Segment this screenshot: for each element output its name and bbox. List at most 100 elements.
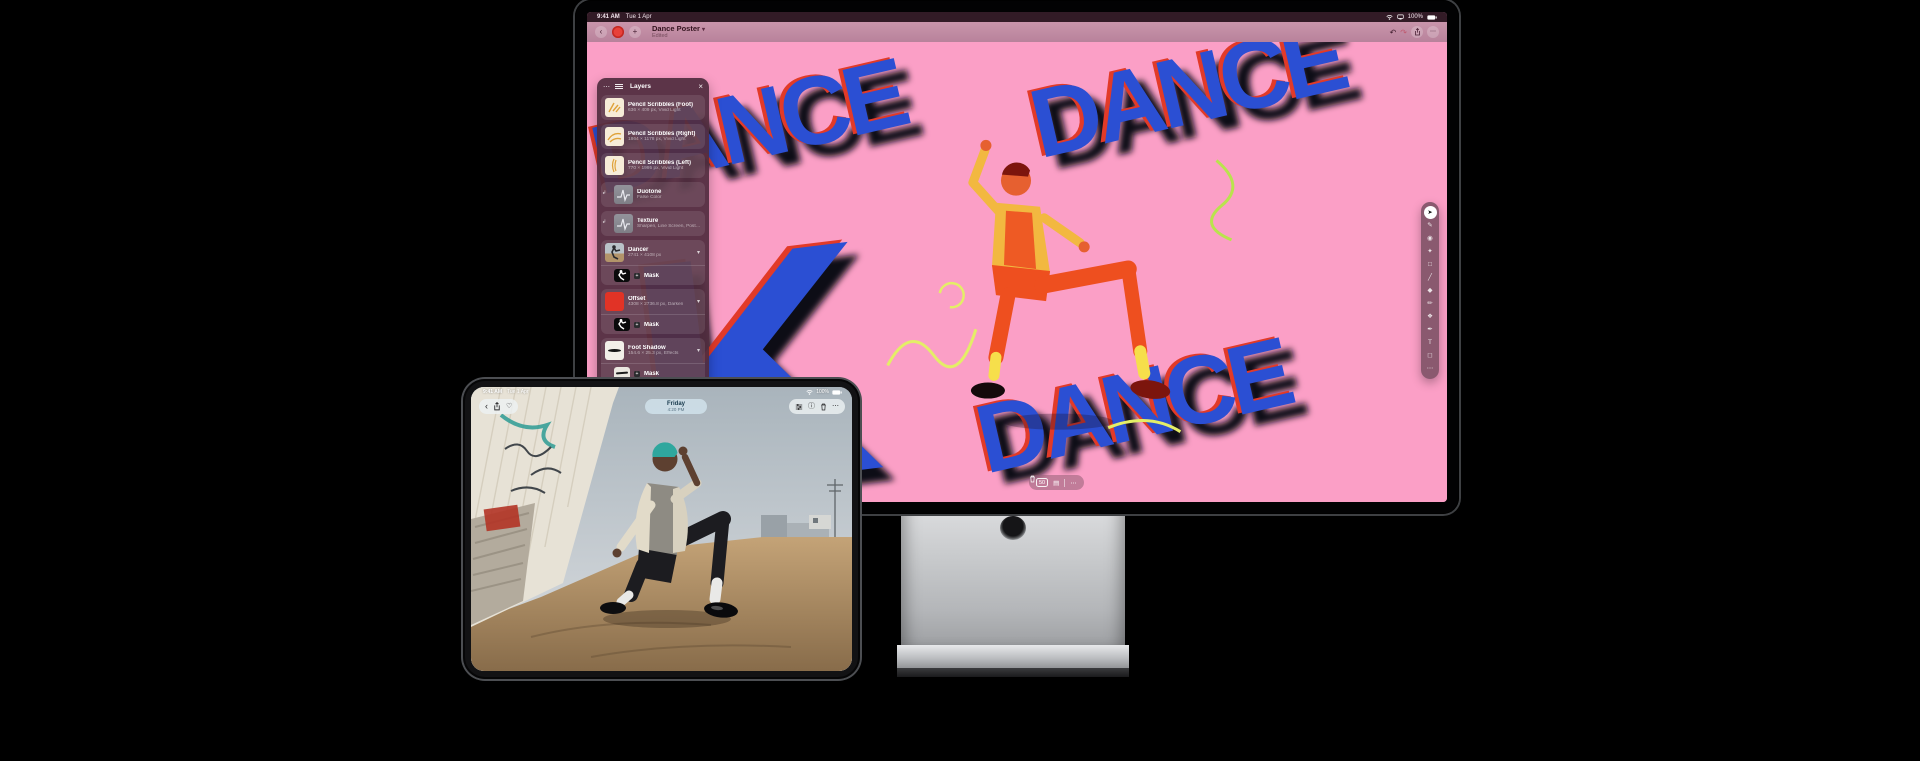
close-panel-button[interactable]: × xyxy=(698,82,703,91)
divider xyxy=(1064,479,1065,487)
magic-wand-icon: ✦ xyxy=(1427,249,1432,256)
grid-view-button[interactable]: ▤ xyxy=(1053,479,1059,487)
adjustment-thumbnail xyxy=(614,185,633,204)
pen-tool-icon: ✒ xyxy=(1427,327,1432,334)
mask-row-offset[interactable]: + Mask xyxy=(601,314,705,334)
clock: 9:41 AM xyxy=(483,389,502,395)
marquee-icon: □ xyxy=(1428,262,1432,269)
date: Tue 1 Apr xyxy=(507,389,529,395)
photo-actions-pill: ⓘ ⋯ xyxy=(789,399,845,414)
layer-row-offset[interactable]: Offset 4308 × 2736.8 px, Darken ▾ xyxy=(601,289,705,314)
more-button[interactable]: ⋯ xyxy=(1427,26,1439,38)
share-button[interactable] xyxy=(1411,26,1423,38)
date: Tue 1 Apr xyxy=(626,14,652,20)
share-button[interactable] xyxy=(493,402,501,411)
document-title: Dance Poster xyxy=(652,24,700,33)
smudge-tool[interactable]: ❖ xyxy=(1423,311,1437,323)
adjustment-thumbnail xyxy=(614,214,633,233)
layer-thumbnail xyxy=(605,156,624,175)
photo-nav-pill: ‹ ♡ xyxy=(479,399,518,414)
ellipsis-icon: ⋯ xyxy=(1427,366,1434,373)
mask-badge-icon: + xyxy=(634,273,640,279)
layers-panel: ⋯ Layers × Pencil Scribbles (Foot) 636 ×… xyxy=(597,78,709,402)
home-button[interactable] xyxy=(612,26,624,38)
selection-brush-tool[interactable]: ◉ xyxy=(1423,233,1437,245)
stand-cable-hole xyxy=(1000,516,1026,540)
clip-indicator-icon: ↲ xyxy=(602,190,606,196)
mask-thumbnail xyxy=(614,318,630,331)
info-button[interactable]: ⓘ xyxy=(808,403,815,410)
expand-chevron-icon[interactable]: ▾ xyxy=(697,249,701,256)
back-button[interactable]: ‹ xyxy=(485,402,488,411)
battery-percent: 100% xyxy=(816,389,829,395)
adjust-button[interactable] xyxy=(795,403,803,411)
layer-row-pencil-scribbles-left[interactable]: Pencil Scribbles (Left) 770 × 1995 px, V… xyxy=(601,153,705,178)
smudge-tool-icon: ❖ xyxy=(1427,314,1433,321)
mask-thumbnail xyxy=(614,269,630,282)
lasso-tool-icon: ✎ xyxy=(1427,223,1432,230)
brush-tool[interactable]: ✏ xyxy=(1423,298,1437,310)
battery-icon xyxy=(832,390,842,395)
expand-chevron-icon[interactable]: ▾ xyxy=(697,347,701,354)
magic-wand-tool[interactable]: ✦ xyxy=(1423,246,1437,258)
ipad-screen: 9:41 AM Tue 1 Apr 100% xyxy=(471,387,852,671)
layer-row-foot-shadow[interactable]: Foot Shadow 154.6 × 25.3 px, Effects ▾ xyxy=(601,338,705,363)
more-options-button[interactable]: ⋯ xyxy=(1070,479,1077,487)
app-toolbar: ‹ + Dance Poster ▾ Edited ↶ ↷ xyxy=(587,22,1447,42)
layer-row-duotone[interactable]: ↲ Duotone False Color xyxy=(601,182,705,207)
panel-title: Layers xyxy=(630,83,693,90)
expand-chevron-icon[interactable]: ▾ xyxy=(697,298,701,305)
add-button[interactable]: + xyxy=(629,26,641,38)
layer-thumbnail xyxy=(605,127,624,146)
selection-brush-icon: ◉ xyxy=(1427,236,1433,243)
delete-button[interactable] xyxy=(820,403,827,411)
panel-menu-button[interactable]: ⋯ xyxy=(603,83,610,91)
lasso-tool[interactable]: ✎ xyxy=(1423,220,1437,232)
document-status: Edited xyxy=(652,33,705,39)
delete-button[interactable] xyxy=(1029,475,1036,483)
pen-tool[interactable]: ✒ xyxy=(1423,324,1437,336)
document-title-block[interactable]: Dance Poster ▾ Edited xyxy=(652,25,705,40)
mask-badge-icon: + xyxy=(634,371,640,377)
clip-indicator-icon: ↲ xyxy=(602,219,606,225)
favorite-button[interactable]: ♡ xyxy=(506,403,512,410)
line-tool[interactable]: ╱ xyxy=(1423,272,1437,284)
layer-row-texture[interactable]: ↲ Texture Sharpen, Line Screen, Post… xyxy=(601,211,705,236)
mask-row-dancer[interactable]: + Mask xyxy=(601,265,705,285)
healing-tool[interactable]: ◆ xyxy=(1423,285,1437,297)
more-button[interactable]: ⋯ xyxy=(832,403,839,410)
back-icon: ‹ xyxy=(600,28,603,36)
mask-badge-icon: + xyxy=(634,322,640,328)
layer-thumbnail xyxy=(605,243,624,262)
crop-tool[interactable]: ◻ xyxy=(1423,350,1437,362)
layer-thumbnail xyxy=(605,292,624,311)
zoom-level-button[interactable]: 50 xyxy=(1036,478,1048,487)
photo-date-pill[interactable]: Friday 4:20 PM xyxy=(645,399,707,414)
healing-tool-icon: ◆ xyxy=(1428,288,1433,295)
ipad-status-bar: 9:41 AM Tue 1 Apr 100% xyxy=(483,389,842,395)
layer-row-pencil-scribbles-foot[interactable]: Pencil Scribbles (Foot) 636 × 409 px, Vi… xyxy=(601,95,705,120)
redo-button[interactable]: ↷ xyxy=(1400,28,1407,37)
line-tool-icon: ╱ xyxy=(1428,275,1432,282)
type-tool-icon: T xyxy=(1428,340,1432,347)
tools-palette: ➤ ✎ ◉ ✦ □ ╱ ◆ ✏ ❖ ✒ T ◻ ⋯ xyxy=(1421,202,1439,379)
layer-row-pencil-scribbles-right[interactable]: Pencil Scribbles (Right) 1864 × 1178 px,… xyxy=(601,124,705,149)
back-button[interactable]: ‹ xyxy=(595,26,607,38)
battery-percent: 100% xyxy=(1408,14,1423,20)
wifi-icon xyxy=(806,389,813,395)
marquee-tool[interactable]: □ xyxy=(1423,259,1437,271)
undo-button[interactable]: ↶ xyxy=(1390,28,1397,37)
brush-tool-icon: ✏ xyxy=(1427,301,1432,308)
display-mirroring-icon xyxy=(1397,14,1404,20)
move-tool-icon: ➤ xyxy=(1427,210,1432,216)
layer-row-dancer[interactable]: Dancer 2741 × 4108 px ▾ xyxy=(601,240,705,265)
layer-thumbnail xyxy=(605,98,624,117)
share-icon xyxy=(1414,28,1421,36)
dancer-photo xyxy=(471,387,852,671)
more-tools-button[interactable]: ⋯ xyxy=(1423,363,1437,375)
type-tool[interactable]: T xyxy=(1423,337,1437,349)
marketing-scene: 9:41 AM Tue 1 Apr 100% xyxy=(0,0,1920,761)
chevron-down-icon: ▾ xyxy=(702,27,705,33)
layers-list-icon xyxy=(615,82,623,91)
move-tool[interactable]: ➤ xyxy=(1424,206,1437,219)
